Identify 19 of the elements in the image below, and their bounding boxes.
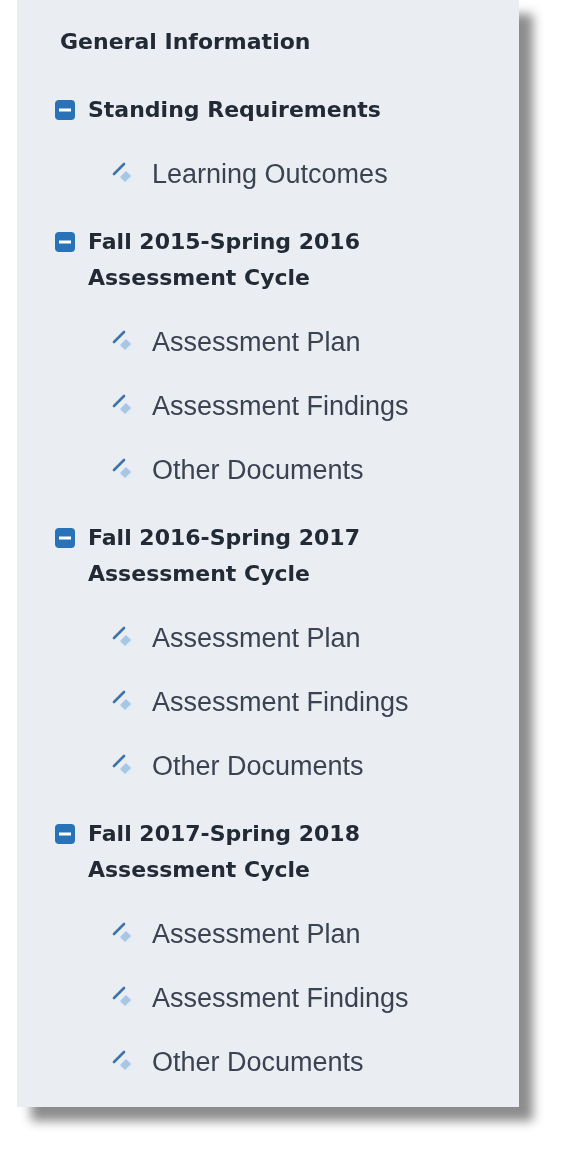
tree-node-label[interactable]: Fall 2017-Spring 2018 Assessment Cycle: [88, 816, 488, 888]
collapse-icon[interactable]: [55, 232, 75, 252]
tree-item-link[interactable]: Assessment Plan: [152, 918, 361, 950]
tree-item-link[interactable]: Assessment Findings: [152, 390, 409, 422]
tree-item-link[interactable]: Other Documents: [152, 750, 364, 782]
tree-item-link[interactable]: Assessment Plan: [152, 622, 361, 654]
tree-item-link[interactable]: Other Documents: [152, 1046, 364, 1078]
collapse-icon[interactable]: [55, 528, 75, 548]
collapse-icon[interactable]: [55, 100, 75, 120]
tree-node-label[interactable]: Fall 2015-Spring 2016 Assessment Cycle: [88, 224, 488, 296]
tree-node-label[interactable]: Fall 2016-Spring 2017 Assessment Cycle: [88, 520, 488, 592]
section-heading[interactable]: General Information: [60, 24, 311, 60]
tree-item-link[interactable]: Assessment Findings: [152, 982, 409, 1014]
collapse-icon[interactable]: [55, 824, 75, 844]
tree-item-link[interactable]: Assessment Findings: [152, 686, 409, 718]
tree-item-link[interactable]: Other Documents: [152, 454, 364, 486]
tree-node-label[interactable]: Standing Requirements: [88, 92, 488, 128]
tree-item-link[interactable]: Learning Outcomes: [152, 158, 388, 190]
tree-item-link[interactable]: Assessment Plan: [152, 326, 361, 358]
